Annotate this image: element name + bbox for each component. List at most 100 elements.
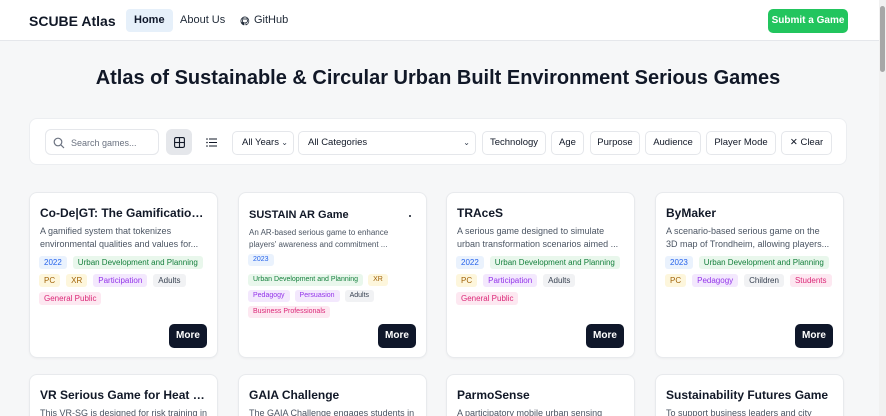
filter-bar: All Years ⌄ All Categories ⌄ Technology … [29,118,847,165]
game-card[interactable]: Sustainability Futures Game To support b… [655,374,844,416]
card-desc-line: urban transformation scenarios aimed ... [457,239,619,249]
category-select[interactable]: All Categories ⌄ [298,131,476,155]
game-card[interactable]: GAIA Challenge The GAIA Challenge engage… [238,374,427,416]
card-title[interactable]: SUSTAIN AR Game [249,209,419,221]
list-view-button[interactable] [198,129,224,155]
audience-tag: General Public [456,292,519,305]
age-tag: Adults [153,274,186,287]
clear-filters-button[interactable]: ✕ Clear [781,131,832,155]
game-card[interactable]: SUSTAIN AR Game An AR-based serious game… [238,192,427,358]
category-tag: Urban Development and Planning [248,274,364,286]
nav-github[interactable]: GitHub [232,9,296,32]
clear-label: Clear [800,137,824,148]
card-desc-line: The GAIA Challenge engages students in [249,408,415,416]
chevron-down-icon: ⌄ [281,138,288,147]
grid-view-button[interactable] [166,129,192,155]
chevron-down-icon: ⌄ [463,138,470,147]
year-tag: 2022 [456,256,484,269]
status-dot [409,215,411,217]
category-select-value: All Categories [308,137,368,148]
purpose-tag: Pedagogy [248,290,290,302]
card-description: A gamified system that tokenizes environ… [40,225,210,251]
card-title[interactable]: ParmoSense [457,388,627,402]
card-title[interactable]: Sustainability Futures Game [666,388,836,402]
card-title[interactable]: Co-De|GT: The Gamification ... [40,206,210,220]
more-button[interactable]: More [795,324,833,348]
top-navbar: SCUBE Atlas Home About Us GitHub Submit … [0,0,886,41]
scrollbar-thumb[interactable] [880,6,885,72]
nav-github-label: GitHub [254,14,289,26]
card-desc-line: A participatory mobile urban sensing [457,408,603,416]
search-box[interactable] [45,129,159,155]
technology-tag: XR [66,274,88,287]
purpose-filter-button[interactable]: Purpose [590,131,640,155]
year-select[interactable]: All Years ⌄ [232,131,294,155]
page-title: Atlas of Sustainable & Circular Urban Bu… [95,67,781,89]
card-desc-line: This VR-SG is designed for risk training… [40,408,208,416]
tag-list: 2023 Urban Development and Planning PC P… [665,256,839,287]
more-button[interactable]: More [586,324,624,348]
game-card[interactable]: ParmoSense A participatory mobile urban … [446,374,635,416]
card-description: A participatory mobile urban sensing [457,407,627,416]
age-tag: Children [744,274,784,287]
more-button[interactable]: More [378,324,416,348]
year-tag: 2023 [665,256,693,269]
category-tag: Urban Development and Planning [489,256,620,269]
audience-tag: Students [789,274,832,287]
year-tag: 2023 [248,254,274,266]
tag-list: 2023 Urban Development and Planning XR P… [248,254,422,318]
list-view-icon [205,137,217,147]
search-icon [53,137,65,149]
more-button[interactable]: More [169,324,207,348]
close-icon: ✕ [789,137,798,148]
category-tag: Urban Development and Planning [72,256,203,269]
page-scrollbar[interactable] [879,0,886,416]
card-description: An AR-based serious game to enhance play… [249,227,419,251]
card-description: The GAIA Challenge engages students in [249,407,419,416]
grid-view-icon [173,136,185,148]
technology-filter-button[interactable]: Technology [482,131,546,155]
technology-tag: PC [665,274,687,287]
age-tag: Adults [344,290,375,302]
card-desc-line: 3D map of Trondheim, allowing players... [666,239,830,249]
game-card[interactable]: Co-De|GT: The Gamification ... A gamifie… [29,192,218,358]
card-description: A scenario-based serious game on the 3D … [666,225,836,251]
year-tag: 2022 [39,256,67,269]
tag-list: 2022 Urban Development and Planning PC P… [456,256,630,305]
category-tag: Urban Development and Planning [698,256,829,269]
brand-logo-text[interactable]: SCUBE Atlas [29,13,116,29]
card-title[interactable]: TRAceS [457,206,627,220]
technology-tag: PC [456,274,478,287]
audience-filter-button[interactable]: Audience [645,131,701,155]
card-description: To support business leaders and city [666,407,836,416]
card-desc-line: A gamified system that tokenizes [40,226,172,236]
nav-home[interactable]: Home [126,9,173,32]
game-card[interactable]: TRAceS A serious game designed to simula… [446,192,635,358]
card-desc-line: A scenario-based serious game on the [666,226,820,236]
card-title[interactable]: GAIA Challenge [249,388,419,402]
card-title[interactable]: VR Serious Game for Heat W... [40,388,210,402]
audience-tag: General Public [39,292,102,305]
year-select-value: All Years [242,137,279,148]
game-card[interactable]: VR Serious Game for Heat W... This VR-SG… [29,374,218,416]
submit-game-button[interactable]: Submit a Game [768,9,848,33]
purpose-tag: Participation [93,274,148,287]
technology-tag: XR [368,274,388,286]
nav-about-us[interactable]: About Us [172,9,233,32]
player-mode-filter-button[interactable]: Player Mode [706,131,776,155]
audience-tag: Business Professionals [248,306,331,318]
card-description: This VR-SG is designed for risk training… [40,407,210,416]
age-filter-button[interactable]: Age [551,131,584,155]
technology-tag: PC [39,274,61,287]
game-card[interactable]: ByMaker A scenario-based serious game on… [655,192,844,358]
card-desc-line: environmental qualities and values for..… [40,239,199,249]
card-desc-line: players' awareness and commitment ... [249,240,388,249]
search-input[interactable] [71,134,155,151]
purpose-tag: Participation [483,274,538,287]
purpose-tag: Persuasion [294,290,340,302]
card-desc-line: A serious game designed to simulate [457,226,605,236]
card-desc-line: An AR-based serious game to enhance [249,228,389,237]
age-tag: Adults [543,274,576,287]
github-icon [240,16,250,25]
card-title[interactable]: ByMaker [666,206,836,220]
